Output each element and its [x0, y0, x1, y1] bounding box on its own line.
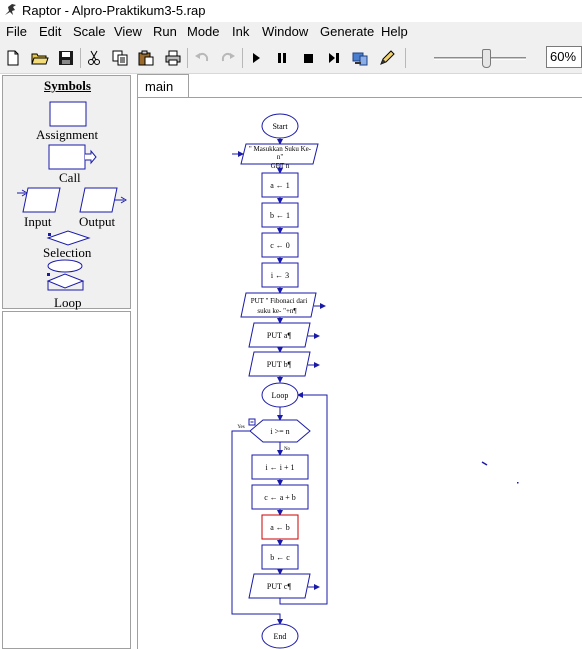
output-label: Output	[79, 214, 116, 229]
menu-edit[interactable]: Edit	[39, 24, 61, 39]
redo-icon[interactable]	[217, 47, 239, 69]
assignment-label: Assignment	[36, 127, 99, 142]
play-icon[interactable]	[245, 47, 267, 69]
flowchart: Start " Masukkan Suku Ke- n" GET n a ← 1…	[231, 113, 519, 649]
zoom-level-field[interactable]: 60%	[546, 46, 582, 68]
variables-panel[interactable]	[2, 311, 131, 649]
raptor-app-icon	[3, 2, 19, 21]
output-symbol[interactable]	[79, 187, 127, 213]
stop-icon[interactable]	[297, 47, 319, 69]
assign-c-label: c ← 0	[270, 241, 290, 250]
test-server-icon[interactable]	[349, 47, 371, 69]
assignment-symbol[interactable]	[49, 101, 87, 127]
assign-b-label: b ← 1	[270, 211, 290, 220]
toolbar-separator	[242, 48, 243, 68]
output-b-label: PUT b¶	[267, 360, 292, 369]
print-icon[interactable]	[162, 47, 184, 69]
ink-dot	[517, 482, 519, 484]
menu-view[interactable]: View	[114, 24, 142, 39]
menu-file[interactable]: File	[6, 24, 27, 39]
tab-main[interactable]: main	[137, 74, 189, 98]
output-title-line2: suku ke- "+n¶	[257, 307, 297, 315]
menu-help[interactable]: Help	[381, 24, 408, 39]
save-icon[interactable]	[55, 47, 77, 69]
start-label: Start	[272, 122, 288, 131]
toolbar-separator	[187, 48, 188, 68]
call-symbol[interactable]	[48, 144, 97, 170]
selection-symbol[interactable]	[46, 230, 91, 246]
increment-i-label: i ← i + 1	[266, 463, 295, 472]
assign-i-label: i ← 3	[271, 271, 289, 280]
selection-label: Selection	[43, 245, 92, 260]
shift-b-label: b ← c	[270, 553, 290, 562]
output-title-line1: PUT " Fibonaci dari	[251, 297, 308, 305]
menu-bar: File Edit Scale View Run Mode Ink Window…	[0, 22, 582, 42]
toolbar	[0, 42, 582, 74]
yes-label: Yes	[237, 425, 244, 430]
symbols-panel: Symbols Assignment Call Input Output Sel…	[2, 75, 131, 310]
output-a-label: PUT a¶	[267, 331, 292, 340]
toolbar-separator	[405, 48, 406, 68]
end-label: End	[274, 632, 287, 641]
input-prompt-line1: " Masukkan Suku Ke-	[249, 145, 312, 153]
menu-window[interactable]: Window	[262, 24, 308, 39]
menu-generate[interactable]: Generate	[320, 24, 374, 39]
toolbar-separator	[80, 48, 81, 68]
flowchart-canvas[interactable]: Start " Masukkan Suku Ke- n" GET n a ← 1…	[137, 97, 582, 649]
no-label: No	[284, 447, 291, 452]
condition-label: i >= n	[270, 427, 289, 436]
menu-mode[interactable]: Mode	[187, 24, 220, 39]
loop-label: Loop	[54, 295, 82, 310]
zoom-slider-track[interactable]	[434, 57, 526, 60]
loop-symbol[interactable]	[46, 259, 85, 291]
input-var-label: GET n	[271, 162, 290, 170]
sum-c-label: c ← a + b	[264, 493, 296, 502]
undo-icon[interactable]	[191, 47, 213, 69]
zoom-slider-thumb[interactable]	[481, 49, 491, 68]
window-title: Raptor - Alpro-Praktikum3-5.rap	[22, 3, 206, 18]
output-c-label: PUT c¶	[267, 582, 292, 591]
new-file-icon[interactable]	[2, 47, 24, 69]
title-bar: Raptor - Alpro-Praktikum3-5.rap	[0, 0, 582, 22]
ink-mark	[481, 461, 488, 466]
step-icon[interactable]	[323, 47, 345, 69]
menu-run[interactable]: Run	[153, 24, 177, 39]
loop-label: Loop	[272, 391, 289, 400]
menu-ink[interactable]: Ink	[232, 24, 249, 39]
input-label: Input	[24, 214, 52, 229]
copy-icon[interactable]	[109, 47, 131, 69]
menu-scale[interactable]: Scale	[73, 24, 106, 39]
pause-icon[interactable]	[271, 47, 293, 69]
cut-icon[interactable]	[83, 47, 105, 69]
open-folder-icon[interactable]	[29, 47, 51, 69]
paste-icon[interactable]	[135, 47, 157, 69]
call-label: Call	[59, 170, 81, 185]
input-prompt-line2: n"	[277, 153, 284, 161]
ink-pen-icon[interactable]	[376, 47, 398, 69]
shift-a-label: a ← b	[270, 523, 290, 532]
input-symbol[interactable]	[17, 187, 61, 213]
assign-a-label: a ← 1	[270, 181, 290, 190]
